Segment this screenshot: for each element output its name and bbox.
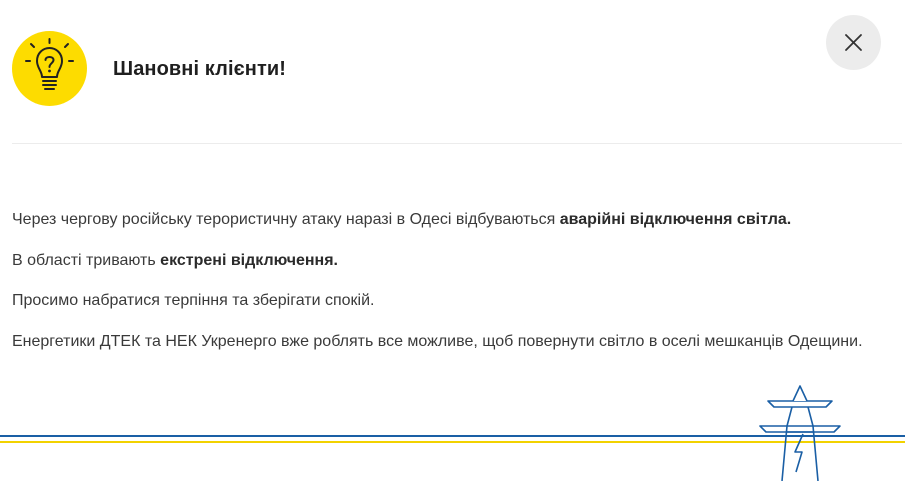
paragraph-emphasis: аварійні відключення світла. — [559, 211, 792, 228]
paragraph-text: Через чергову російську терористичну ата… — [12, 211, 560, 228]
modal-header: Шановні клієнти! — [0, 0, 905, 144]
message-paragraph: Енергетики ДТЕК та НЕК Укренерго вже роб… — [12, 333, 863, 350]
lightbulb-icon — [12, 31, 87, 106]
message-paragraph: Просимо набратися терпіння та зберігати … — [12, 292, 375, 309]
header-divider — [12, 143, 902, 144]
paragraph-text: В області тривають — [12, 252, 161, 269]
message-paragraph: Через чергову російську терористичну ата… — [12, 208, 882, 231]
power-tower-icon — [759, 385, 841, 481]
close-icon — [845, 34, 862, 51]
message-paragraph: В області тривають екстрені відключення. — [12, 249, 882, 272]
modal-title: Шановні клієнти! — [113, 58, 286, 80]
alert-modal: Шановні клієнти! Через чергову російську… — [0, 0, 905, 481]
paragraph-emphasis: екстрені відключення. — [160, 252, 338, 269]
close-button[interactable] — [826, 15, 881, 70]
power-line-decoration — [0, 385, 905, 481]
